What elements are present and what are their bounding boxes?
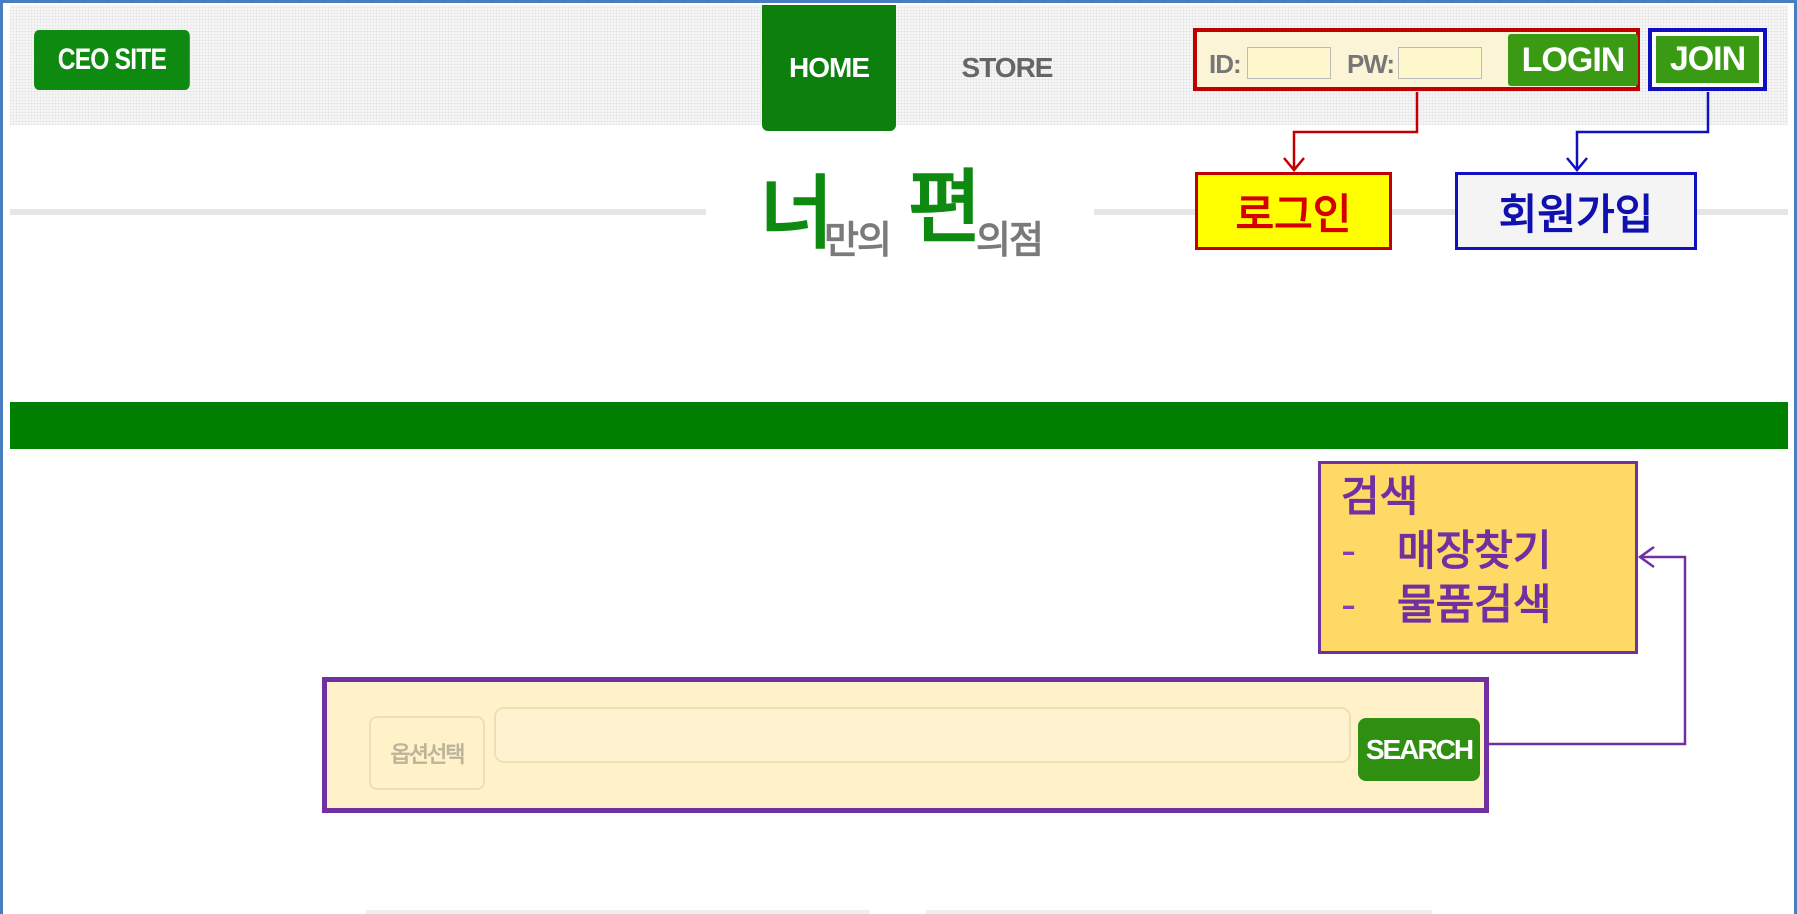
search-callout-item-text: 물품검색 — [1397, 580, 1552, 629]
deco-line-left — [10, 209, 706, 215]
nav-home-tab[interactable]: HOME — [762, 5, 896, 131]
login-callout-text: 로그인 — [1235, 189, 1352, 239]
join-button-label: JOIN — [1669, 40, 1746, 78]
option-select-label: 옵션선택 — [390, 743, 466, 768]
search-input[interactable] — [494, 707, 1351, 763]
join-box: JOIN — [1648, 28, 1767, 91]
search-callout-item: - 물품검색 — [1341, 578, 1635, 632]
green-banner — [10, 402, 1788, 449]
option-select[interactable]: 옵션선택 — [369, 716, 485, 790]
login-button-label: LOGIN — [1521, 40, 1626, 79]
join-callout: 회원가입 — [1455, 172, 1697, 250]
join-button[interactable]: JOIN — [1656, 36, 1759, 83]
logo-char-1: 너 — [760, 169, 834, 258]
pw-label: PW: — [1347, 49, 1395, 79]
login-form: ID: PW: LOGIN — [1193, 28, 1640, 91]
login-button[interactable]: LOGIN — [1508, 34, 1638, 86]
search-callout-item: - 매장찾기 — [1341, 524, 1635, 578]
search-callout: 검색 - 매장찾기 - 물품검색 — [1318, 461, 1638, 654]
login-callout: 로그인 — [1195, 172, 1392, 250]
bottom-divider-left — [366, 910, 870, 914]
pw-input[interactable] — [1398, 47, 1482, 79]
search-section: 옵션선택 SEARCH — [322, 677, 1489, 813]
nav-store-label: STORE — [961, 52, 1054, 83]
search-button-label: SEARCH — [1365, 733, 1474, 765]
join-callout-text: 회원가입 — [1498, 189, 1654, 239]
ceo-site-button[interactable]: CEO SITE — [34, 30, 190, 90]
logo-char-2: 편 — [908, 163, 982, 252]
logo-text-1: 만의 — [824, 220, 892, 262]
search-callout-title: 검색 — [1341, 472, 1419, 521]
search-button[interactable]: SEARCH — [1358, 718, 1480, 781]
ceo-site-label: CEO SITE — [57, 43, 167, 76]
search-callout-item-text: 매장찾기 — [1397, 526, 1552, 575]
nav-home-label: HOME — [789, 52, 870, 83]
nav-store-tab[interactable]: STORE — [940, 5, 1074, 131]
site-logo: 너 만의 편 의점 — [760, 168, 1060, 278]
id-label: ID: — [1209, 49, 1242, 79]
search-callout-dash: - — [1341, 526, 1357, 575]
bottom-divider-right — [926, 910, 1432, 914]
logo-text-2: 의점 — [976, 220, 1044, 262]
id-input[interactable] — [1247, 47, 1331, 79]
search-callout-dash: - — [1341, 580, 1357, 629]
